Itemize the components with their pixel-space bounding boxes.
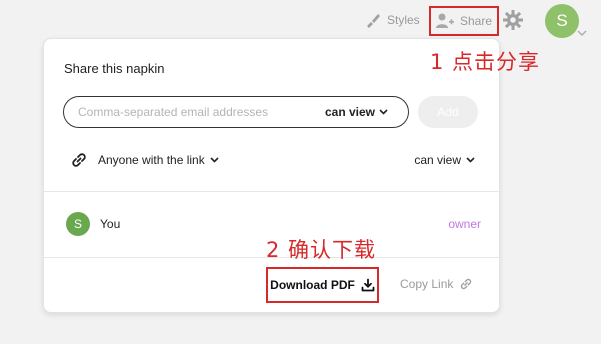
- email-permission-label: can view: [324, 105, 375, 119]
- panel-title: Share this napkin: [64, 61, 165, 76]
- member-avatar: S: [66, 212, 90, 236]
- download-label: Download PDF: [270, 278, 355, 292]
- brush-icon: [364, 11, 382, 29]
- download-pdf-button[interactable]: Download PDF: [266, 267, 379, 303]
- add-user-icon: [435, 12, 455, 30]
- styles-button[interactable]: Styles: [364, 11, 420, 29]
- email-field-container: can view: [63, 96, 409, 128]
- settings-button[interactable]: [502, 9, 524, 31]
- share-label: Share: [460, 14, 493, 28]
- annotation-step-2: 2 确认下载: [266, 238, 377, 262]
- email-permission-select[interactable]: can view: [325, 105, 388, 119]
- link-access-row: Anyone with the link: [70, 151, 219, 169]
- share-panel: Share this napkin can view Add Anyone wi…: [43, 38, 500, 313]
- share-button[interactable]: Share: [429, 6, 499, 36]
- gear-icon: [502, 9, 524, 31]
- member-role: owner: [448, 217, 481, 231]
- chevron-down-icon: [210, 157, 219, 163]
- divider: [44, 191, 499, 192]
- copy-link-button[interactable]: Copy Link: [400, 277, 473, 291]
- link-permission-select[interactable]: can view: [414, 153, 475, 167]
- user-avatar[interactable]: S: [545, 4, 579, 38]
- link-access-label: Anyone with the link: [98, 153, 205, 167]
- download-icon: [361, 278, 375, 292]
- link-access-select[interactable]: Anyone with the link: [98, 153, 219, 167]
- chevron-down-icon: [466, 157, 475, 163]
- add-button[interactable]: Add: [418, 96, 478, 128]
- styles-label: Styles: [387, 13, 420, 27]
- chevron-down-icon: [379, 109, 388, 115]
- link-icon: [70, 151, 88, 169]
- chevron-down-icon[interactable]: [577, 30, 587, 37]
- copy-link-label: Copy Link: [400, 277, 454, 291]
- link-icon: [459, 277, 473, 291]
- top-toolbar: Styles Share S: [0, 0, 601, 40]
- member-name: You: [100, 217, 121, 231]
- link-permission-label: can view: [414, 153, 461, 167]
- annotation-step-1: 1 点击分享: [430, 50, 541, 74]
- email-input[interactable]: [78, 104, 308, 120]
